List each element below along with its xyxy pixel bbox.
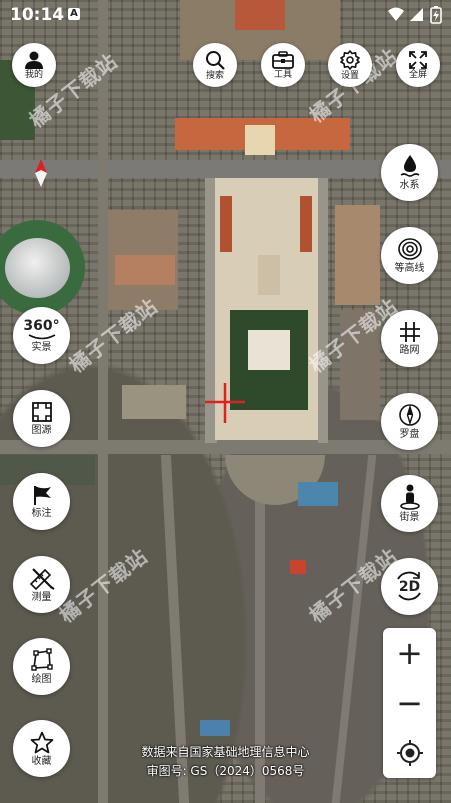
road-network-icon [399,322,420,342]
compass-button[interactable]: 罗盘 [381,393,438,450]
map-block [245,125,275,155]
settings-label: 设置 [340,70,359,81]
map-stadium-roof [5,238,70,298]
minus-icon: − [396,684,423,722]
layers-source-button[interactable]: 图源 [13,390,70,447]
layers-source-label: 图源 [31,425,52,436]
view-2d-label: 2D [398,578,421,595]
compass-icon [398,404,421,426]
water-drop-icon [400,155,419,177]
location-pin-icon [35,159,47,187]
tools-button[interactable]: 工具 [261,43,305,87]
map-data-credit: 数据来自国家基础地理信息中心 [141,745,310,759]
draw-label: 绘图 [31,674,52,685]
fullscreen-label: 全屏 [408,69,427,80]
map-block [122,385,186,419]
center-crosshair [205,383,245,423]
contour-label: 等高线 [394,263,425,274]
road-network-label: 路网 [399,345,420,356]
map-block [258,255,280,295]
map-road [318,178,328,443]
road-network-button[interactable]: 路网 [381,310,438,367]
plus-icon: + [396,634,423,672]
contour-layer-button[interactable]: 等高线 [381,227,438,284]
gear-icon [340,49,360,70]
panorama-arc-icon [28,333,55,339]
map-block [298,482,338,506]
search-label: 搜索 [205,70,224,81]
map-block [335,205,380,305]
map-approval-number: 审图号: GS（2024）0568号 [146,764,305,778]
measure-button[interactable]: 测量 [13,556,70,613]
profile-label: 我的 [24,69,43,80]
map-block [115,255,175,285]
toolbox-icon [272,50,294,69]
street-view-button[interactable]: 街景 [381,475,438,532]
pegman-icon [399,484,420,510]
map-block [248,330,290,370]
flag-icon [33,486,51,505]
search-button[interactable]: 搜索 [193,43,237,87]
street-view-label: 街景 [399,512,420,523]
polygon-draw-icon [30,648,53,671]
view-360-label: 实景 [31,341,52,353]
notification-a-icon: A [68,8,80,20]
map-roof [220,196,232,252]
signal-icon [410,8,423,21]
map-road [0,440,451,454]
tools-label: 工具 [273,69,292,80]
map-block [290,560,306,574]
view-360-button[interactable]: 360° 实景 [13,307,70,364]
map-block [200,720,230,736]
status-bar: 10:14 A [0,0,451,30]
search-icon [206,50,225,70]
settings-button[interactable]: 设置 [328,43,372,87]
battery-icon [430,6,442,24]
zoom-in-button[interactable]: + [383,630,436,676]
markers-button[interactable]: 标注 [13,473,70,530]
view-2d-button[interactable]: 2D [381,558,438,615]
profile-button[interactable]: 我的 [12,43,56,87]
wifi-icon [388,7,404,21]
draw-button[interactable]: 绘图 [13,638,70,695]
status-time: 10:14 [10,5,65,25]
markers-label: 标注 [31,508,52,519]
measure-label: 测量 [31,592,52,603]
map-source-icon [31,402,52,422]
map-road [98,0,108,803]
zoom-out-button[interactable]: − [383,680,436,726]
contour-icon [397,238,422,260]
compass-label: 罗盘 [399,429,420,440]
water-layer-button[interactable]: 水系 [381,144,438,201]
fullscreen-button[interactable]: 全屏 [396,43,440,87]
map-roof [300,196,312,252]
fullscreen-icon [409,50,427,69]
water-label: 水系 [399,180,420,191]
ruler-pencil-icon [29,568,55,590]
user-icon [25,51,43,69]
view-360-badge: 360° [23,317,60,334]
